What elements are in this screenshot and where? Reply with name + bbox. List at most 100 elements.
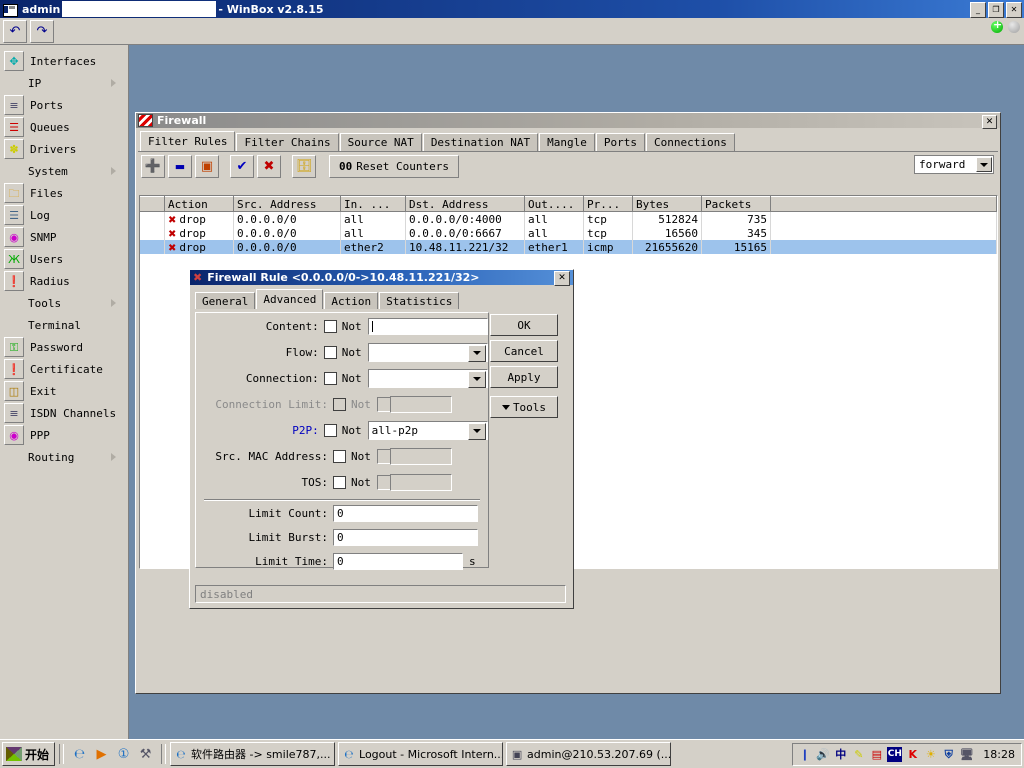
sidebar-item-exit[interactable]: ◫ Exit bbox=[0, 380, 128, 402]
sun-icon[interactable]: ☀ bbox=[923, 747, 938, 762]
sidebar-item-queues[interactable]: ☰ Queues bbox=[0, 116, 128, 138]
not-checkbox-p2p[interactable] bbox=[323, 423, 337, 437]
sidebar-item-log[interactable]: ☰ Log bbox=[0, 204, 128, 226]
input-limit-count[interactable]: 0 bbox=[333, 504, 478, 522]
rule-tab-action[interactable]: Action bbox=[324, 292, 379, 309]
undo-icon[interactable]: ↶ bbox=[3, 19, 27, 43]
chain-filter-select[interactable]: forward bbox=[914, 155, 994, 174]
column-header[interactable]: In. ... bbox=[340, 196, 406, 212]
sidebar-item-ports[interactable]: ≡ Ports bbox=[0, 94, 128, 116]
sidebar-item-radius[interactable]: ❗ Radius bbox=[0, 270, 128, 292]
sidebar-item-interfaces[interactable]: ✥ Interfaces bbox=[0, 50, 128, 72]
table-row[interactable]: ✖ drop 0.0.0.0/0 all 0.0.0.0/0:6667 all tcp 165… bbox=[140, 226, 997, 240]
battery-icon[interactable]: ❙ bbox=[797, 747, 812, 762]
split-input-connection-limit[interactable] bbox=[376, 395, 452, 413]
split-input-src-mac-address[interactable] bbox=[376, 447, 452, 465]
input-limit-burst[interactable]: 0 bbox=[333, 528, 478, 546]
enable-checkbox-connection-limit[interactable] bbox=[376, 396, 391, 412]
tab-filter-rules[interactable]: Filter Rules bbox=[140, 131, 236, 151]
tab-destination-nat[interactable]: Destination NAT bbox=[422, 133, 539, 151]
sidebar-item-terminal[interactable]: Terminal bbox=[0, 314, 128, 336]
shield-icon[interactable]: ⛨ bbox=[941, 747, 956, 762]
ok-button[interactable]: OK bbox=[490, 314, 558, 336]
edit-rule-button[interactable]: ▣ bbox=[195, 154, 219, 178]
kaspersky-icon[interactable]: K bbox=[905, 747, 920, 762]
split-input-tos[interactable] bbox=[376, 473, 452, 491]
title-address-input[interactable] bbox=[62, 1, 217, 17]
sidebar-item-routing[interactable]: Routing bbox=[0, 446, 128, 468]
column-header[interactable]: Packets bbox=[701, 196, 771, 212]
enable-checkbox-src-mac-address[interactable] bbox=[376, 448, 391, 464]
rule-tab-advanced[interactable]: Advanced bbox=[256, 289, 324, 309]
not-checkbox-src-mac-address[interactable] bbox=[333, 449, 346, 463]
chevron-down-icon[interactable] bbox=[468, 370, 486, 388]
column-header[interactable]: Dst. Address bbox=[405, 196, 525, 212]
enable-checkbox-tos[interactable] bbox=[376, 474, 391, 490]
not-checkbox-content[interactable] bbox=[323, 319, 337, 333]
tab-connections[interactable]: Connections bbox=[646, 133, 735, 151]
sidebar-item-tools[interactable]: Tools bbox=[0, 292, 128, 314]
sidebar-item-ip[interactable]: IP bbox=[0, 72, 128, 94]
sidebar-item-system[interactable]: System bbox=[0, 160, 128, 182]
minimize-button[interactable]: _ bbox=[970, 2, 986, 18]
column-header[interactable]: Out.... bbox=[524, 196, 584, 212]
info-icon[interactable]: ① bbox=[115, 746, 132, 763]
sidebar-item-files[interactable]: 🗀 Files bbox=[0, 182, 128, 204]
tab-mangle[interactable]: Mangle bbox=[539, 133, 595, 151]
cancel-button[interactable]: Cancel bbox=[490, 340, 558, 362]
table-row[interactable]: ✖ drop 0.0.0.0/0 all 0.0.0.0/0:4000 all tcp 512… bbox=[140, 211, 997, 226]
sidebar-item-ppp[interactable]: ◉ PPP bbox=[0, 424, 128, 446]
chevron-down-icon[interactable] bbox=[468, 422, 486, 440]
add-session-icon[interactable] bbox=[991, 18, 1003, 33]
not-checkbox-tos[interactable] bbox=[333, 475, 346, 489]
tools-button[interactable]: Tools bbox=[490, 396, 558, 418]
combo-p2p[interactable]: all-p2p bbox=[367, 420, 488, 440]
comment-button[interactable]: 🗄 bbox=[292, 154, 316, 178]
redo-icon[interactable]: ↷ bbox=[30, 19, 54, 43]
not-checkbox-connection[interactable] bbox=[323, 371, 337, 385]
ime-toolbar-icon[interactable]: ▤ bbox=[869, 747, 884, 762]
rule-tab-general[interactable]: General bbox=[195, 292, 256, 309]
column-header[interactable]: Action bbox=[164, 196, 234, 212]
sidebar-item-users[interactable]: Ж Users bbox=[0, 248, 128, 270]
taskbar-item[interactable]: ▣ admin@210.53.207.69 (... bbox=[506, 742, 672, 766]
ime-pen-icon[interactable]: ✎ bbox=[851, 747, 866, 762]
not-checkbox-flow[interactable] bbox=[323, 345, 337, 359]
rule-dialog-close-button[interactable]: ✕ bbox=[554, 271, 570, 286]
ime-chinese-icon[interactable]: 中 bbox=[833, 747, 848, 762]
rule-tab-statistics[interactable]: Statistics bbox=[379, 292, 460, 309]
media-player-icon[interactable]: ▶ bbox=[93, 746, 110, 763]
tab-ports[interactable]: Ports bbox=[595, 133, 646, 151]
desktop-icon[interactable]: ⚒ bbox=[137, 746, 154, 763]
ime-ch-icon[interactable]: CH bbox=[887, 747, 903, 762]
taskbar-item[interactable]: ℮ 软件路由器 -> smile787,... bbox=[170, 742, 336, 766]
enable-rule-button[interactable]: ✔ bbox=[230, 154, 254, 178]
tab-source-nat[interactable]: Source NAT bbox=[339, 133, 422, 151]
start-button[interactable]: 开始 bbox=[2, 742, 56, 766]
remove-rule-button[interactable]: ▬ bbox=[168, 154, 192, 178]
ie-icon[interactable]: ℮ bbox=[71, 746, 88, 763]
input-content[interactable] bbox=[367, 317, 488, 335]
column-header[interactable]: Bytes bbox=[632, 196, 702, 212]
tab-filter-chains[interactable]: Filter Chains bbox=[236, 133, 339, 151]
table-row[interactable]: ✖ drop 0.0.0.0/0 ether2 10.48.11.221/32 ether… bbox=[140, 240, 997, 254]
combo-connection[interactable] bbox=[367, 368, 488, 388]
disable-rule-button[interactable]: ✖ bbox=[257, 154, 281, 178]
sidebar-item-password[interactable]: ⚿ Password bbox=[0, 336, 128, 358]
network-icon[interactable]: 🖥 bbox=[959, 747, 974, 762]
reset-counters-button[interactable]: 00 Reset Counters bbox=[329, 154, 459, 178]
close-button[interactable]: ✕ bbox=[1006, 2, 1022, 18]
input-limit-time[interactable]: 0 bbox=[333, 552, 463, 570]
sidebar-item-snmp[interactable]: ◉ SNMP bbox=[0, 226, 128, 248]
sidebar-item-drivers[interactable]: ✽ Drivers bbox=[0, 138, 128, 160]
sidebar-item-certificate[interactable]: ❗ Certificate bbox=[0, 358, 128, 380]
not-checkbox-connection-limit[interactable] bbox=[333, 397, 346, 411]
taskbar-item[interactable]: ℮ Logout - Microsoft Intern... bbox=[338, 742, 504, 766]
column-header[interactable]: Src. Address bbox=[233, 196, 341, 212]
maximize-button[interactable]: ❐ bbox=[988, 2, 1004, 18]
firewall-close-button[interactable]: ✕ bbox=[982, 115, 997, 129]
column-header[interactable]: Pr... bbox=[583, 196, 633, 212]
sidebar-item-isdn-channels[interactable]: ≡ ISDN Channels bbox=[0, 402, 128, 424]
add-rule-button[interactable]: ➕ bbox=[141, 154, 165, 178]
chevron-down-icon[interactable] bbox=[976, 157, 992, 172]
